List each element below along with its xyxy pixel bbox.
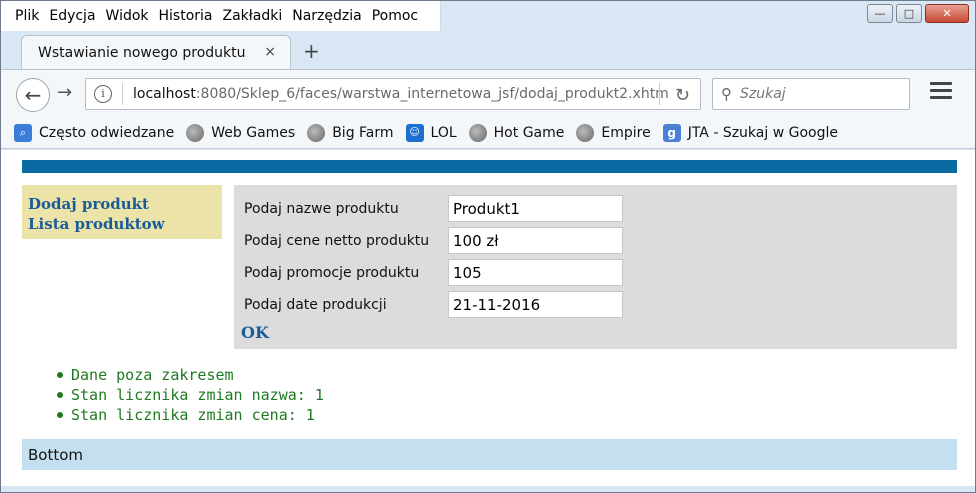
bookmark-lol[interactable]: ☺ LOL <box>405 123 457 142</box>
form-row-promo: Podaj promocje produktu 105 <box>244 259 623 286</box>
form-row-name: Podaj nazwe produktu Produkt1 <box>244 195 623 222</box>
list-item: Stan licznika zmian cena: 1 <box>57 405 324 425</box>
globe-icon <box>186 123 205 142</box>
bookmark-label: Często odwiedzane <box>39 124 175 141</box>
nav-bar: ← → i localhost:8080/Sklep_6/faces/warst… <box>1 69 975 117</box>
menu-view[interactable]: Widok <box>106 8 149 24</box>
list-item: Dane poza zakresem <box>57 365 324 385</box>
menu-edit[interactable]: Edycja <box>49 8 95 24</box>
date-field[interactable]: 21-11-2016 <box>448 291 623 318</box>
date-label: Podaj date produkcji <box>244 296 387 313</box>
tab-close-icon[interactable]: × <box>264 44 276 60</box>
product-list-link[interactable]: Lista produktow <box>28 214 216 234</box>
message-text: Dane poza zakresem <box>71 366 234 384</box>
price-field[interactable]: 100 zł <box>448 227 623 254</box>
promo-field[interactable]: 105 <box>448 259 623 286</box>
menu-bookmarks[interactable]: Zakładki <box>223 8 283 24</box>
promo-label: Podaj promocje produktu <box>244 264 420 281</box>
tab-active[interactable]: Wstawianie nowego produktu × <box>21 35 291 69</box>
ok-button[interactable]: OK <box>241 323 269 342</box>
globe-icon <box>468 123 487 142</box>
menu-help[interactable]: Pomoc <box>372 8 418 24</box>
search-input[interactable]: ⚲ Szukaj <box>712 78 910 110</box>
left-navigation: Dodaj produkt Lista produktow <box>22 185 222 239</box>
message-text: Stan licznika zmian cena: 1 <box>71 406 315 424</box>
product-form: Podaj nazwe produktu Produkt1 Podaj cene… <box>234 185 957 349</box>
bookmark-label: LOL <box>430 124 457 141</box>
close-window-button[interactable]: ✕ <box>925 4 969 23</box>
hamburger-menu-icon[interactable] <box>930 82 952 103</box>
url-host: localhost <box>133 86 196 102</box>
most-visited-icon: ⌕ <box>14 123 32 142</box>
name-label: Podaj nazwe produktu <box>244 200 399 217</box>
search-icon: ⚲ <box>721 85 732 103</box>
menu-file[interactable]: Plik <box>15 8 39 24</box>
reload-icon[interactable]: ↻ <box>675 85 690 106</box>
url-divider <box>122 83 123 105</box>
menu-tools[interactable]: Narzędzia <box>292 8 361 24</box>
add-product-link[interactable]: Dodaj produkt <box>28 194 216 214</box>
menu-history[interactable]: Historia <box>159 8 213 24</box>
bookmark-label: Hot Game <box>493 124 565 141</box>
message-text: Stan licznika zmian nazwa: 1 <box>71 386 324 404</box>
page-content: Dodaj produkt Lista produktow Podaj nazw… <box>1 150 975 486</box>
bookmark-web-games[interactable]: Web Games <box>186 123 296 142</box>
url-bar[interactable]: i localhost:8080/Sklep_6/faces/warstwa_i… <box>85 78 701 110</box>
globe-icon <box>307 123 326 142</box>
info-icon[interactable]: i <box>94 85 112 103</box>
header-bar <box>22 160 957 173</box>
url-path: :8080/Sklep_6/faces/warstwa_internetowa_… <box>195 86 669 102</box>
bookmark-jta-google[interactable]: g JTA - Szukaj w Google <box>662 123 838 142</box>
browser-window: Plik Edycja Widok Historia Zakładki Narz… <box>0 0 976 493</box>
price-label: Podaj cene netto produktu <box>244 232 430 249</box>
globe-icon <box>576 123 595 142</box>
window-controls: — □ ✕ <box>867 4 969 23</box>
url-separator <box>659 83 660 105</box>
bookmarks-toolbar: ⌕ Często odwiedzane Web Games Big Farm ☺… <box>1 117 975 149</box>
back-arrow-icon[interactable]: ← <box>16 78 50 112</box>
new-tab-icon[interactable]: + <box>303 39 320 63</box>
tab-title: Wstawianie nowego produktu <box>38 44 246 61</box>
bookmark-most-visited[interactable]: ⌕ Często odwiedzane <box>14 123 175 142</box>
name-field[interactable]: Produkt1 <box>448 195 623 222</box>
search-placeholder: Szukaj <box>740 86 786 102</box>
form-row-price: Podaj cene netto produktu 100 zł <box>244 227 623 254</box>
bookmark-hot-game[interactable]: Hot Game <box>468 123 565 142</box>
google-icon: g <box>662 123 681 142</box>
bookmark-empire[interactable]: Empire <box>576 123 651 142</box>
bookmark-label: Big Farm <box>332 124 394 141</box>
bookmark-label: Empire <box>601 124 651 141</box>
bookmark-label: Web Games <box>211 124 296 141</box>
messages-list: Dane poza zakresem Stan licznika zmian n… <box>57 365 324 425</box>
footer-bar: Bottom <box>22 439 957 470</box>
minimize-button[interactable]: — <box>867 4 893 23</box>
bookmark-big-farm[interactable]: Big Farm <box>307 123 394 142</box>
form-row-date: Podaj date produkcji 21-11-2016 <box>244 291 623 318</box>
bookmark-label: JTA - Szukaj w Google <box>687 124 838 141</box>
lol-icon: ☺ <box>405 123 424 142</box>
list-item: Stan licznika zmian nazwa: 1 <box>57 385 324 405</box>
tab-strip: Wstawianie nowego produktu × + <box>1 31 975 69</box>
menu-bar: Plik Edycja Widok Historia Zakładki Narz… <box>1 1 441 31</box>
forward-arrow-icon[interactable]: → <box>57 82 72 103</box>
maximize-button[interactable]: □ <box>896 4 922 23</box>
